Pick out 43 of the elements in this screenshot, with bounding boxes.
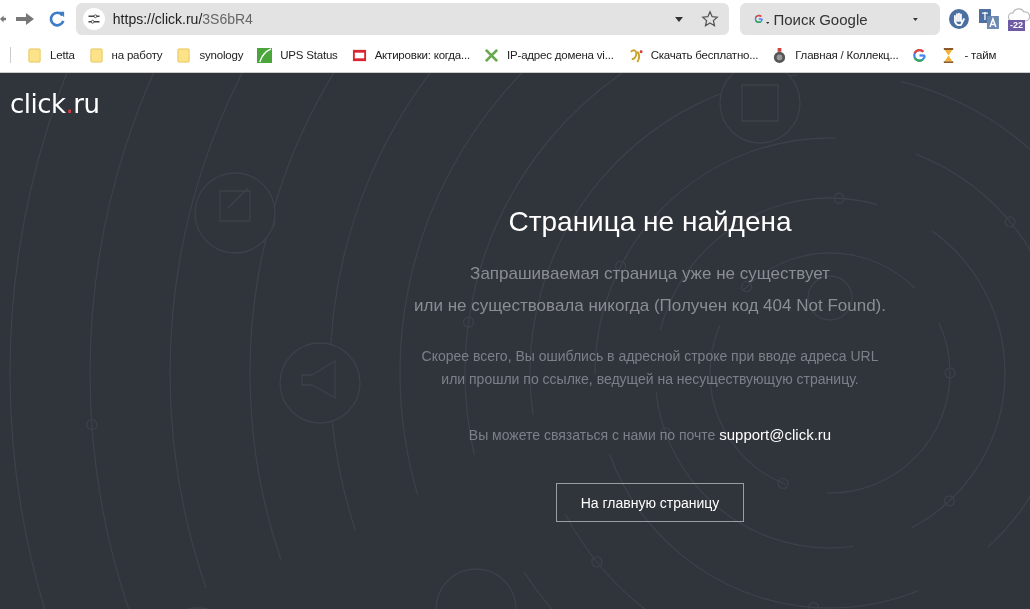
hand-icon[interactable] xyxy=(948,8,971,30)
search-caret-icon[interactable] xyxy=(913,16,919,22)
bookmark[interactable]: synology xyxy=(176,47,244,63)
bookmark[interactable]: UPS Status xyxy=(257,47,338,63)
dropdown-caret-icon[interactable] xyxy=(675,16,684,22)
engine-caret-icon[interactable] xyxy=(765,21,770,25)
home-button[interactable]: На главную страницу xyxy=(556,483,744,522)
hint-text: или прошли по ссылке, ведущей на несуществующую страницу. xyxy=(440,371,860,388)
bookmark[interactable]: Скачать бесплатно... xyxy=(627,47,759,63)
page-title: Страница не найдена xyxy=(508,206,792,238)
error-message: Запрашиваемая страница уже не существует xyxy=(469,264,831,284)
folder-icon xyxy=(176,47,192,63)
email-link[interactable]: support@click.ru xyxy=(719,426,832,443)
cloud-icon xyxy=(1008,8,1030,22)
logo[interactable]: click.ru xyxy=(10,89,100,119)
reload-icon[interactable] xyxy=(47,10,66,28)
bookmark[interactable]: Главная / Коллекц... xyxy=(772,47,899,63)
google-g-icon xyxy=(912,47,928,63)
forward-arrow-icon[interactable] xyxy=(15,12,36,26)
window-icon xyxy=(351,47,367,63)
address-bar[interactable]: https://click.ru/3S6bR4 xyxy=(75,3,730,35)
error-message: или не существовала никогда (Получен код 404 Not Found). xyxy=(414,296,886,316)
temperature-badge: -22 xyxy=(1008,20,1026,31)
bookmark[interactable]: - тайм xyxy=(941,47,997,63)
url-text: https://click.ru/3S6bR4 xyxy=(112,11,254,27)
weather-extension[interactable]: -22 xyxy=(1006,6,1030,32)
site-settings-icon[interactable] xyxy=(82,8,105,30)
translate-icon[interactable] xyxy=(978,8,1001,30)
medal-icon xyxy=(772,47,788,63)
hint-text: Скорее всего, Вы ошиблись в адресной строке при вводе адреса URL xyxy=(421,348,879,365)
folder-icon xyxy=(88,47,104,63)
contact-text: Вы можете связаться с нами по почте support@click.ru xyxy=(468,426,832,443)
bookmark[interactable]: IP-адрес домена vi... xyxy=(484,47,614,63)
folder-icon xyxy=(27,47,42,63)
slash-icon xyxy=(257,47,273,63)
tools-icon xyxy=(484,47,500,63)
bookmark[interactable]: на работу xyxy=(88,47,163,63)
bookmark[interactable] xyxy=(912,47,928,63)
bookmark[interactable]: Letta xyxy=(27,47,75,63)
search-field[interactable]: Поиск Google xyxy=(740,3,941,35)
star-icon[interactable] xyxy=(701,10,720,28)
search-input[interactable]: Поиск Google xyxy=(773,10,914,28)
bookmark[interactable]: Актировки: когда... xyxy=(351,47,471,63)
